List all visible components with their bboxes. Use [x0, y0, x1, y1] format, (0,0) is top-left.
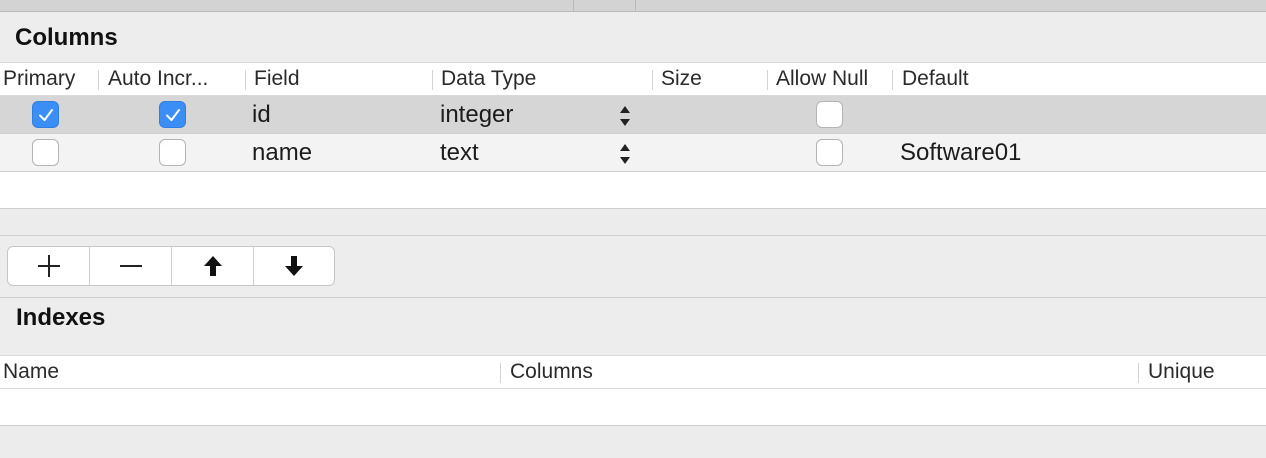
column-header-field[interactable]: Field — [254, 63, 429, 95]
move-up-button[interactable] — [172, 247, 254, 285]
top-window-strip — [0, 0, 1266, 12]
empty-table-row — [0, 210, 1266, 236]
column-divider[interactable] — [500, 363, 501, 383]
move-down-button[interactable] — [254, 247, 334, 285]
strip-divider — [635, 0, 636, 11]
columns-table-header: Primary Auto Incr... Field Data Type Siz… — [0, 62, 1266, 96]
table-row[interactable]: id integer — [0, 96, 1266, 134]
column-header-unique[interactable]: Unique — [1148, 356, 1258, 388]
empty-table-row — [0, 427, 1266, 458]
columns-title: Columns — [15, 24, 118, 51]
minus-icon — [119, 265, 142, 267]
column-divider[interactable] — [652, 70, 653, 90]
empty-table-row — [0, 389, 1266, 426]
data-type-select[interactable]: integer — [440, 96, 513, 134]
column-divider[interactable] — [892, 70, 893, 90]
column-divider[interactable] — [245, 70, 246, 90]
section-divider — [0, 297, 1266, 298]
column-divider[interactable] — [98, 70, 99, 90]
primary-checkbox[interactable] — [32, 101, 59, 128]
checkmark-icon — [38, 108, 53, 121]
add-column-button[interactable] — [8, 247, 90, 285]
empty-table-row — [0, 172, 1266, 209]
allow-null-checkbox[interactable] — [816, 139, 843, 166]
table-row[interactable]: name text Software01 — [0, 134, 1266, 172]
select-stepper-icon[interactable] — [618, 101, 632, 131]
column-header-default[interactable]: Default — [902, 63, 1102, 95]
arrow-down-icon — [285, 256, 303, 276]
column-header-allow-null[interactable]: Allow Null — [776, 63, 888, 95]
indexes-table-header: Name Columns Unique — [0, 355, 1266, 389]
data-type-select[interactable]: text — [440, 134, 479, 172]
column-header-name[interactable]: Name — [3, 356, 493, 388]
column-divider[interactable] — [767, 70, 768, 90]
default-value-cell[interactable]: Software01 — [900, 134, 1021, 172]
arrow-up-icon — [203, 256, 222, 276]
column-header-size[interactable]: Size — [661, 63, 761, 95]
indexes-title: Indexes — [16, 304, 106, 331]
column-header-data-type[interactable]: Data Type — [441, 63, 646, 95]
auto-increment-checkbox[interactable] — [159, 139, 186, 166]
select-stepper-icon[interactable] — [618, 139, 632, 169]
column-header-auto-increment[interactable]: Auto Incr... — [108, 63, 243, 95]
column-divider[interactable] — [1138, 363, 1139, 383]
strip-divider — [573, 0, 574, 11]
column-header-primary[interactable]: Primary — [3, 63, 95, 95]
allow-null-checkbox[interactable] — [816, 101, 843, 128]
remove-column-button[interactable] — [90, 247, 172, 285]
auto-increment-checkbox[interactable] — [159, 101, 186, 128]
columns-toolbar — [7, 246, 335, 286]
field-name-cell[interactable]: id — [252, 96, 271, 134]
column-divider[interactable] — [432, 70, 433, 90]
primary-checkbox[interactable] — [32, 139, 59, 166]
plus-icon — [37, 255, 60, 277]
column-header-columns[interactable]: Columns — [510, 356, 1130, 388]
checkmark-icon — [165, 108, 180, 121]
field-name-cell[interactable]: name — [252, 134, 312, 172]
